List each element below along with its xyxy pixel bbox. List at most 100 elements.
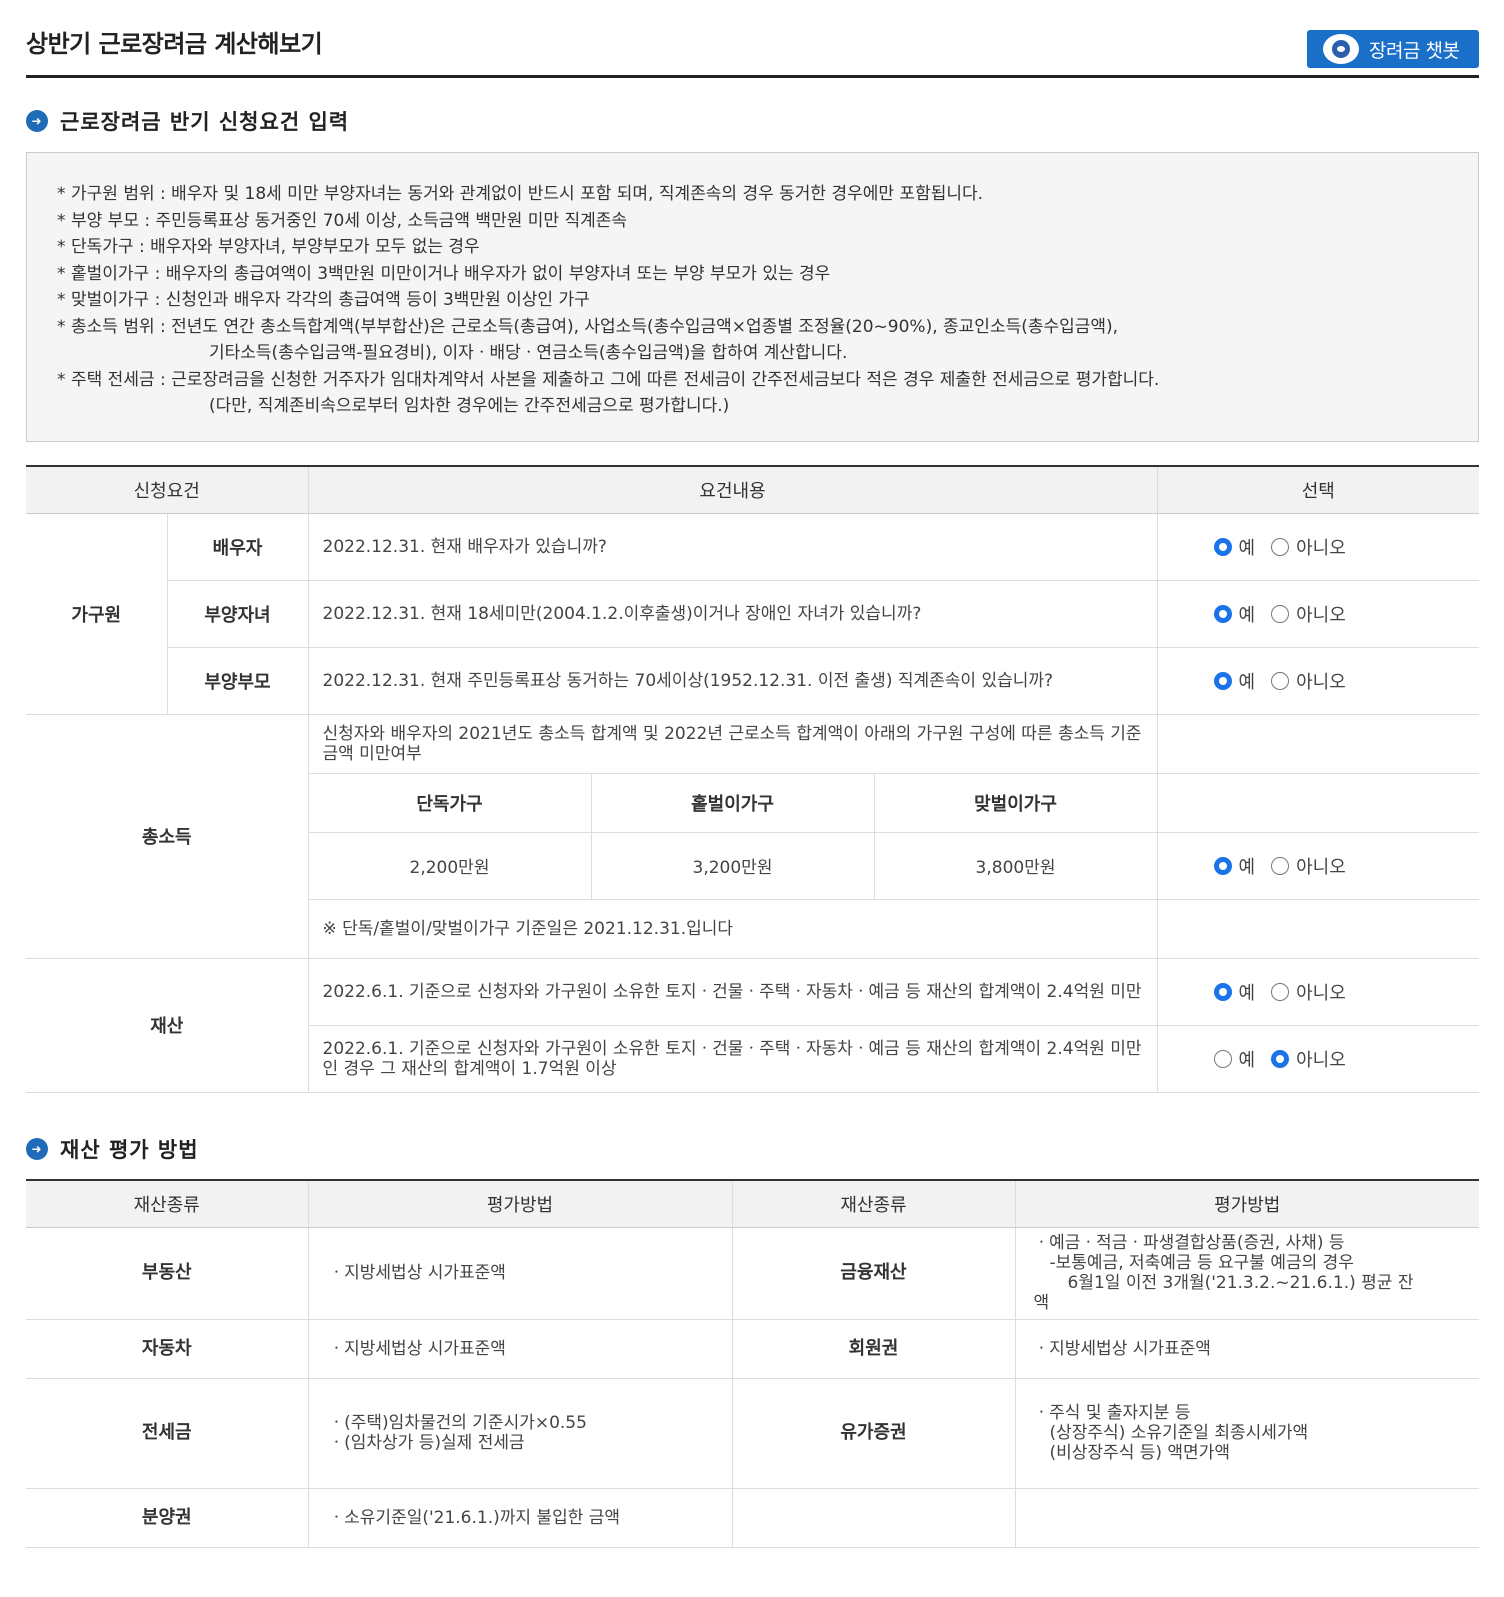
requirement-text: 2022.12.31. 현재 주민등록표상 동거하는 70세이상(1952.12… bbox=[308, 647, 1158, 715]
section-title-text: 근로장려금 반기 신청요건 입력 bbox=[60, 110, 350, 134]
radio-no[interactable]: 아니오 bbox=[1271, 853, 1346, 879]
radio-unchecked-icon bbox=[1271, 537, 1290, 556]
choice-cell: 예 아니오 bbox=[1157, 832, 1480, 900]
column-header: 평가방법 bbox=[308, 1180, 733, 1228]
eval-method: ㆍ소유기준일('21.6.1.)까지 불입한 금액 bbox=[308, 1488, 733, 1548]
eval-method: ㆍ주식 및 출자지분 등 (상장주식) 소유기준일 최종시세가액 (비상장주식 … bbox=[1015, 1378, 1479, 1489]
section-title-evaluation: 재산 평가 방법 bbox=[26, 1134, 199, 1164]
radio-no[interactable]: 아니오 bbox=[1271, 668, 1346, 694]
asset-kind: 분양권 bbox=[26, 1488, 309, 1548]
table-row: 재산 2022.6.1. 기준으로 신청자와 가구원이 소유한 토지ㆍ건물ㆍ주택… bbox=[26, 958, 1480, 1093]
sub-label-parents: 부양부모 bbox=[167, 647, 309, 715]
sub-label-children: 부양자녀 bbox=[167, 580, 309, 648]
asset-kind: 유가증권 bbox=[732, 1378, 1016, 1489]
asset-kind: 금융재산 bbox=[732, 1227, 1016, 1320]
choice-cell: 예 아니오 bbox=[1157, 647, 1480, 715]
radio-group-parents: 예 아니오 bbox=[1213, 668, 1480, 694]
info-line: * 주택 전세금 : 근로장려금을 신청한 거주자가 임대차계약서 사본을 제출하… bbox=[57, 369, 1160, 390]
column-header: 선택 bbox=[1157, 466, 1480, 514]
radio-checked-icon bbox=[1213, 982, 1232, 1001]
section-title-text: 재산 평가 방법 bbox=[60, 1138, 199, 1162]
income-amount: 3,800만원 bbox=[874, 832, 1158, 900]
eval-method: ㆍ(주택)임차물건의 기준시가×0.55 ㆍ(임차상가 등)실제 전세금 bbox=[308, 1378, 733, 1489]
column-header: 신청요건 bbox=[26, 466, 308, 514]
group-label-household: 가구원 bbox=[26, 513, 168, 715]
info-line: * 단독가구 : 배우자와 부양자녀, 부양부모가 모두 없는 경우 bbox=[57, 237, 480, 257]
group-label-property: 재산 bbox=[26, 958, 309, 1093]
radio-yes[interactable]: 예 bbox=[1213, 853, 1255, 879]
radio-yes[interactable]: 예 bbox=[1213, 534, 1255, 560]
radio-unchecked-icon bbox=[1271, 856, 1290, 875]
radio-checked-icon bbox=[1213, 537, 1232, 556]
radio-yes[interactable]: 예 bbox=[1213, 668, 1255, 694]
radio-unchecked-icon bbox=[1271, 671, 1290, 690]
income-type-dual-earner: 맞벌이가구 bbox=[874, 773, 1158, 833]
choice-cell: 예 아니오 bbox=[1157, 580, 1480, 648]
radio-checked-icon bbox=[1213, 671, 1232, 690]
table-row: 부동산 ㆍ지방세법상 시가표준액 금융재산 ㆍ예금ㆍ적금ㆍ파생결합상품(증권, … bbox=[26, 1227, 1479, 1320]
info-line: * 부양 부모 : 주민등록표상 동거중인 70세 이상, 소득금액 백만원 미만… bbox=[57, 210, 628, 231]
empty-cell bbox=[1157, 899, 1480, 959]
choice-cell: 예 아니오 bbox=[1157, 1025, 1480, 1093]
radio-yes[interactable]: 예 bbox=[1213, 979, 1255, 1005]
table-row: 분양권 ㆍ소유기준일('21.6.1.)까지 불입한 금액 bbox=[26, 1488, 1479, 1548]
income-type-single: 단독가구 bbox=[308, 773, 592, 833]
info-box: * 가구원 범위 : 배우자 및 18세 미만 부양자녀는 동거와 관계없이 반드… bbox=[26, 152, 1479, 442]
income-amount: 3,200만원 bbox=[591, 832, 875, 900]
column-header: 재산종류 bbox=[26, 1180, 309, 1228]
radio-unchecked-icon bbox=[1271, 982, 1290, 1001]
eval-method: ㆍ지방세법상 시가표준액 bbox=[308, 1319, 733, 1379]
arrow-circle-icon bbox=[26, 110, 48, 132]
section-title-requirements: 근로장려금 반기 신청요건 입력 bbox=[26, 106, 349, 136]
radio-group-property-1: 예 아니오 bbox=[1213, 979, 1480, 1005]
chatbot-icon bbox=[1323, 34, 1359, 64]
info-line-continuation: (다만, 직계존비속으로부터 임차한 경우에는 간주전세금으로 평가합니다.) bbox=[209, 396, 730, 416]
asset-kind: 회원권 bbox=[732, 1319, 1016, 1379]
table-header-row: 재산종류 평가방법 재산종류 평가방법 bbox=[26, 1180, 1479, 1228]
income-type-single-earner: 홑벌이가구 bbox=[591, 773, 875, 833]
radio-no[interactable]: 아니오 bbox=[1271, 601, 1346, 627]
radio-checked-icon bbox=[1213, 856, 1232, 875]
asset-kind: 자동차 bbox=[26, 1319, 309, 1379]
radio-unchecked-icon bbox=[1213, 1049, 1232, 1068]
radio-group-property-2: 예 아니오 bbox=[1213, 1046, 1480, 1072]
table-row: 자동차 ㆍ지방세법상 시가표준액 회원권 ㆍ지방세법상 시가표준액 bbox=[26, 1319, 1479, 1379]
column-header: 요건내용 bbox=[307, 466, 1158, 514]
empty-cell bbox=[732, 1488, 1016, 1548]
empty-cell bbox=[1157, 773, 1480, 833]
info-line: * 가구원 범위 : 배우자 및 18세 미만 부양자녀는 동거와 관계없이 반드… bbox=[57, 184, 984, 204]
requirements-table: 신청요건 요건내용 선택 가구원 배우자 2022.12.31. 현재 배우자가… bbox=[26, 465, 1480, 1093]
arrow-circle-icon bbox=[26, 1138, 48, 1160]
table-row: 총소득 신청자와 배우자의 2021년도 총소득 합계액 및 2022년 근로소… bbox=[26, 714, 1480, 959]
page-container: 상반기 근로장려금 계산해보기 장려금 챗봇 근로장려금 반기 신청요건 입력 … bbox=[26, 0, 1480, 1548]
requirement-text: 신청자와 배우자의 2021년도 총소득 합계액 및 2022년 근로소득 합계… bbox=[308, 714, 1158, 774]
radio-unchecked-icon bbox=[1271, 604, 1290, 623]
table-row: 가구원 배우자 2022.12.31. 현재 배우자가 있습니까? 예 아니오 bbox=[26, 513, 1480, 715]
page-title: 상반기 근로장려금 계산해보기 bbox=[26, 30, 323, 58]
empty-cell bbox=[1157, 714, 1480, 774]
column-header: 재산종류 bbox=[732, 1180, 1016, 1228]
info-line: * 홑벌이가구 : 배우자의 총급여액이 3백만원 미만이거나 배우자가 없이 부… bbox=[57, 263, 831, 284]
radio-no[interactable]: 아니오 bbox=[1271, 1046, 1346, 1072]
empty-cell bbox=[1015, 1488, 1479, 1548]
radio-no[interactable]: 아니오 bbox=[1271, 979, 1346, 1005]
radio-checked-icon bbox=[1213, 604, 1232, 623]
choice-cell: 예 아니오 bbox=[1157, 513, 1480, 581]
radio-checked-icon bbox=[1271, 1049, 1290, 1068]
choice-cell: 예 아니오 bbox=[1157, 958, 1480, 1026]
eval-method: ㆍ예금ㆍ적금ㆍ파생결합상품(증권, 사채) 등 -보통예금, 저축예금 등 요구… bbox=[1015, 1227, 1479, 1320]
radio-yes[interactable]: 예 bbox=[1213, 601, 1255, 627]
info-line-continuation: 기타소득(총수입금액-필요경비), 이자ㆍ배당ㆍ연금소득(총수입금액)을 합하여… bbox=[209, 343, 848, 363]
info-line: * 총소득 범위 : 전년도 연간 총소득합계액(부부합산)은 근로소득(총급여)… bbox=[57, 316, 1119, 337]
table-row: 부양자녀 2022.12.31. 현재 18세미만(2004.1.2.이후출생)… bbox=[26, 580, 1480, 648]
requirement-text: 2022.12.31. 현재 18세미만(2004.1.2.이후출생)이거나 장… bbox=[308, 580, 1158, 648]
radio-yes[interactable]: 예 bbox=[1213, 1046, 1255, 1072]
chatbot-button[interactable]: 장려금 챗봇 bbox=[1307, 30, 1479, 68]
evaluation-table: 재산종류 평가방법 재산종류 평가방법 부동산 ㆍ지방세법상 시가표준액 금융재… bbox=[26, 1179, 1479, 1548]
eval-method: ㆍ지방세법상 시가표준액 bbox=[308, 1227, 733, 1320]
radio-no[interactable]: 아니오 bbox=[1271, 534, 1346, 560]
info-line: * 맞벌이가구 : 신청인과 배우자 각각의 총급여액 등이 3백만원 이상인 가… bbox=[57, 290, 590, 310]
asset-kind: 부동산 bbox=[26, 1227, 309, 1320]
column-header: 평가방법 bbox=[1015, 1180, 1479, 1228]
requirement-text: 2022.6.1. 기준으로 신청자와 가구원이 소유한 토지ㆍ건물ㆍ주택ㆍ자동… bbox=[308, 1025, 1158, 1093]
